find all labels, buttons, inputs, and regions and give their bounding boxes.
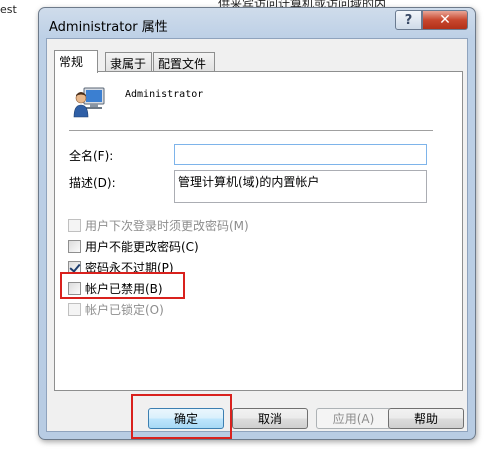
- checkbox-box[interactable]: [68, 303, 81, 316]
- highlight-account-disabled: [60, 272, 185, 299]
- checkbox-label: 用户不能更改密码(C): [85, 240, 199, 254]
- help-title-button[interactable]: ?: [395, 10, 422, 30]
- tab-profile[interactable]: 配置文件: [153, 52, 215, 72]
- apply-button[interactable]: 应用(A): [316, 408, 391, 429]
- checkbox-must-change-password[interactable]: 用户下次登录时须更改密码(M): [68, 217, 249, 234]
- dialog-client-area: 常规 隶属于 配置文件 Administrator 全名(F): 描述(D): …: [46, 38, 468, 439]
- description-input[interactable]: 管理计算机(域)的内置帐户: [174, 170, 427, 203]
- close-icon: ✕: [439, 12, 451, 28]
- user-computer-icon: [73, 87, 105, 118]
- fullname-input[interactable]: [174, 144, 427, 165]
- tab-general[interactable]: 常规: [54, 50, 98, 73]
- checkbox-label: 帐户已锁定(O): [85, 303, 164, 317]
- checkbox-label: 用户下次登录时须更改密码(M): [85, 219, 249, 233]
- background-text-left: est: [0, 3, 17, 16]
- highlight-ok-button: [131, 394, 232, 439]
- title-bar[interactable]: Administrator 属性 ? ✕: [39, 8, 475, 38]
- checkbox-cannot-change-password[interactable]: 用户不能更改密码(C): [68, 238, 199, 255]
- window-title: Administrator 属性: [49, 20, 168, 35]
- help-button[interactable]: 帮助: [388, 408, 464, 429]
- fullname-label: 全名(F):: [69, 149, 114, 163]
- separator: [69, 130, 433, 132]
- properties-dialog: Administrator 属性 ? ✕ 常规 隶属于 配置文件 Adminis…: [38, 7, 476, 440]
- general-tab-panel: Administrator 全名(F): 描述(D): 管理计算机(域)的内置帐…: [54, 71, 463, 391]
- tab-member-of[interactable]: 隶属于: [105, 52, 152, 72]
- checkbox-box[interactable]: [68, 219, 81, 232]
- checkbox-box[interactable]: [68, 240, 81, 253]
- checkbox-account-locked[interactable]: 帐户已锁定(O): [68, 301, 164, 318]
- help-icon: ?: [404, 12, 413, 28]
- cancel-button[interactable]: 取消: [232, 408, 308, 429]
- user-name: Administrator: [125, 89, 204, 100]
- description-label: 描述(D):: [69, 176, 116, 190]
- close-button[interactable]: ✕: [422, 10, 468, 30]
